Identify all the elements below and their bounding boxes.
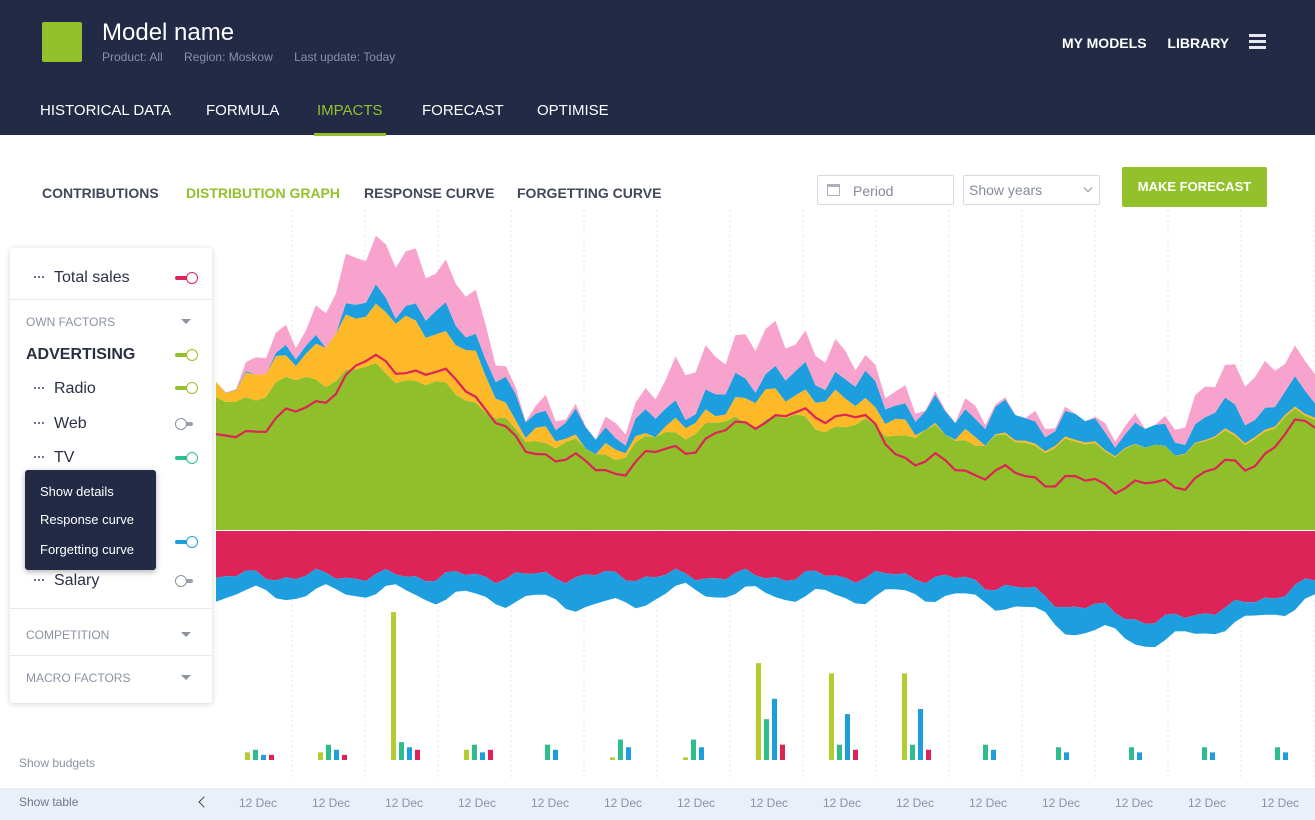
drag-handle-icon[interactable]: [34, 387, 44, 389]
date-label: 12 Dec: [1115, 796, 1154, 810]
budget-bar: [1202, 747, 1207, 760]
date-label: 12 Dec: [677, 796, 716, 810]
date-label: 12 Dec: [969, 796, 1008, 810]
date-label: 12 Dec: [458, 796, 497, 810]
budget-bar: [399, 742, 404, 760]
factor-label: TV: [54, 449, 75, 466]
budget-bar: [1056, 747, 1061, 760]
date-label: 12 Dec: [1042, 796, 1081, 810]
budget-bar: [699, 747, 704, 760]
drag-handle-icon[interactable]: [34, 276, 44, 278]
drag-handle-icon[interactable]: [34, 579, 44, 581]
budget-bar: [902, 673, 907, 760]
budget-bar: [342, 754, 347, 760]
budget-bar: [618, 739, 623, 760]
toggle-advertising[interactable]: [175, 349, 199, 361]
caret-down-icon[interactable]: [181, 319, 191, 324]
budget-bar: [391, 612, 396, 760]
budget-bar: [926, 749, 931, 760]
menu-item-response-curve[interactable]: Response curve: [40, 512, 134, 527]
factor-label: Total sales: [54, 269, 130, 286]
budget-bar: [1283, 752, 1288, 760]
toggle-salary[interactable]: [175, 575, 199, 587]
group-advertising: ADVERTISING: [26, 346, 136, 363]
budget-bar: [326, 744, 331, 760]
budget-bar: [269, 754, 274, 760]
show-table-link[interactable]: Show table: [19, 795, 78, 809]
budget-bar: [764, 719, 769, 760]
budget-bar: [918, 709, 923, 760]
budget-bar: [829, 673, 834, 760]
caret-down-icon[interactable]: [181, 632, 191, 637]
budget-bar: [837, 744, 842, 760]
toggle-tv[interactable]: [175, 452, 199, 464]
date-label: 12 Dec: [385, 796, 424, 810]
timeline-bar: Show table 12 Dec 12 Dec 12 Dec 12 Dec 12 De…: [0, 788, 1315, 820]
caret-down-icon[interactable]: [181, 675, 191, 680]
budget-bar: [553, 749, 558, 760]
budget-bar: [472, 744, 477, 760]
toggle-hidden-factor[interactable]: [175, 536, 199, 548]
budget-bar: [683, 757, 688, 760]
toggle-web[interactable]: [175, 418, 199, 430]
menu-item-forgetting-curve[interactable]: Forgetting curve: [40, 542, 134, 557]
budget-bar: [488, 749, 493, 760]
date-label: 12 Dec: [823, 796, 862, 810]
chart-areas: [216, 235, 1315, 530]
divider: [10, 655, 212, 656]
budget-bar: [1137, 752, 1142, 760]
app-root: Model name Product: All Region: Moskow L…: [0, 0, 1315, 820]
budget-bar: [415, 749, 420, 760]
budget-bar: [983, 744, 988, 760]
budget-bar: [772, 698, 777, 760]
chevron-left-icon[interactable]: [198, 796, 210, 808]
budget-bar: [756, 663, 761, 760]
budget-bar: [407, 747, 412, 760]
budget-bar: [545, 744, 550, 760]
factor-label: Salary: [54, 572, 100, 589]
budget-bar: [1275, 747, 1280, 760]
budget-bar: [1129, 747, 1134, 760]
budget-bar: [334, 749, 339, 760]
toggle-total-sales[interactable]: [175, 272, 199, 284]
budget-bar: [318, 752, 323, 760]
budget-bar: [610, 757, 615, 760]
budget-bar: [910, 744, 915, 760]
factor-label: Radio: [54, 380, 96, 397]
date-label: 12 Dec: [750, 796, 789, 810]
date-label: 12 Dec: [239, 796, 278, 810]
budget-bar: [1210, 752, 1215, 760]
budget-bar: [245, 752, 250, 760]
budget-bar: [261, 754, 266, 760]
budget-bar: [1064, 752, 1069, 760]
budget-bar: [845, 714, 850, 760]
budget-bar: [480, 752, 485, 760]
show-budgets-link[interactable]: Show budgets: [19, 756, 95, 770]
date-label: 12 Dec: [531, 796, 570, 810]
section-own-factors[interactable]: OWN FACTORS: [26, 315, 115, 329]
section-competition[interactable]: COMPETITION: [26, 628, 109, 642]
budget-bar: [853, 749, 858, 760]
drag-handle-icon[interactable]: [34, 422, 44, 424]
budget-bar: [253, 749, 258, 760]
drag-handle-icon[interactable]: [34, 456, 44, 458]
date-label: 12 Dec: [312, 796, 351, 810]
date-label: 12 Dec: [1188, 796, 1227, 810]
date-label: 12 Dec: [896, 796, 935, 810]
date-label: 12 Dec: [604, 796, 643, 810]
context-menu: Show details Response curve Forgetting c…: [25, 470, 156, 570]
section-macro-factors[interactable]: MACRO FACTORS: [26, 671, 130, 685]
date-label: 12 Dec: [1261, 796, 1300, 810]
budget-bar: [691, 739, 696, 760]
menu-item-show-details[interactable]: Show details: [40, 484, 114, 499]
factor-label: Web: [54, 415, 87, 432]
chart-negative-areas: [216, 531, 1315, 648]
budget-bar: [626, 747, 631, 760]
budget-bar: [780, 744, 785, 760]
budget-bar: [464, 749, 469, 760]
toggle-radio[interactable]: [175, 382, 199, 394]
divider: [10, 608, 212, 609]
divider: [10, 299, 212, 300]
budget-bar: [991, 749, 996, 760]
